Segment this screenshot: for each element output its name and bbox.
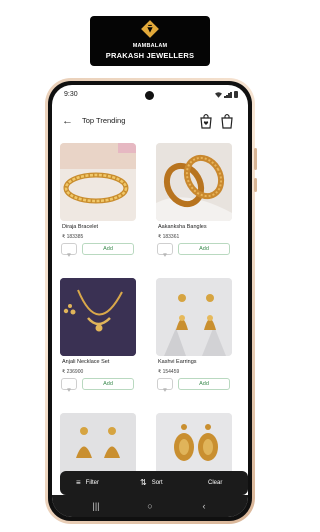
filter-label: Filter	[85, 480, 100, 486]
product-price: ₹ 236900	[62, 369, 84, 375]
system-nav-bar: ||| ○ ‹	[52, 495, 248, 517]
filter-icon: ≡	[76, 478, 81, 487]
wishlist-button[interactable]: ♥	[61, 243, 77, 259]
filter-sort-bar: ≡ Filter ⇅ Sort Clear	[60, 471, 248, 495]
add-button[interactable]: Add	[82, 243, 134, 255]
product-image[interactable]	[156, 278, 232, 356]
sort-button[interactable]: ⇅ Sort	[140, 471, 163, 495]
shopping-bag-icon[interactable]	[220, 113, 234, 129]
wishlist-button[interactable]: ♥	[61, 378, 77, 394]
shopping-bag-heart-icon[interactable]	[199, 113, 213, 129]
add-button[interactable]: Add	[178, 243, 230, 255]
app-screen: 9:30 ← Top Trending Diraja Bracelet ₹ 18…	[52, 85, 248, 517]
product-name: Anjali Necklace Set	[62, 359, 110, 365]
wishlist-button[interactable]: ♥	[157, 378, 173, 394]
add-button[interactable]: Add	[82, 378, 134, 390]
brand-name: PRAKASH JEWELLERS	[105, 51, 195, 60]
brand-banner: MAMBALAM PRAKASH JEWELLERS	[90, 16, 210, 66]
camera-punch-hole	[145, 91, 154, 100]
signal-icon	[224, 91, 232, 98]
volume-button	[254, 148, 257, 170]
heart-icon: ♥	[162, 387, 168, 394]
sort-label: Sort	[151, 480, 163, 486]
brand-line-1: MAMBALAM	[132, 43, 168, 49]
clear-button[interactable]: Clear	[208, 471, 222, 495]
phone-frame: 9:30 ← Top Trending Diraja Bracelet ₹ 18…	[45, 78, 257, 524]
status-time: 9:30	[64, 91, 78, 98]
product-price: ₹ 183361	[158, 234, 180, 240]
power-button	[254, 178, 257, 192]
back-nav-icon[interactable]: ‹	[194, 499, 214, 513]
sort-icon: ⇅	[140, 478, 147, 487]
add-button[interactable]: Add	[178, 378, 230, 390]
heart-icon: ♥	[66, 387, 72, 394]
home-icon[interactable]: ○	[140, 499, 160, 513]
product-name: Diraja Bracelet	[62, 224, 99, 230]
status-bar: 9:30	[52, 85, 248, 105]
arrow-left-icon[interactable]: ←	[62, 114, 74, 128]
diamond-logo	[141, 20, 159, 38]
filter-button[interactable]: ≡ Filter	[76, 471, 99, 495]
phone-bezel: 9:30 ← Top Trending Diraja Bracelet ₹ 18…	[48, 81, 252, 521]
clear-label: Clear	[208, 480, 223, 486]
product-image[interactable]	[60, 143, 136, 221]
status-icons	[215, 91, 238, 98]
heart-icon: ♥	[162, 252, 168, 259]
product-name: Aakanksha Bangles	[158, 224, 207, 230]
wifi-icon	[215, 91, 222, 98]
wishlist-button[interactable]: ♥	[157, 243, 173, 259]
product-price: ₹ 154459	[158, 369, 180, 375]
product-price: ₹ 183385	[62, 234, 84, 240]
recents-icon[interactable]: |||	[86, 499, 106, 513]
heart-icon: ♥	[66, 252, 72, 259]
product-image[interactable]	[156, 143, 232, 221]
top-bar: ← Top Trending	[52, 111, 248, 133]
page-title: Top Trending	[82, 116, 126, 125]
product-image[interactable]	[60, 278, 136, 356]
product-name: Kashvi Earrings	[158, 359, 197, 365]
battery-icon	[234, 91, 238, 98]
